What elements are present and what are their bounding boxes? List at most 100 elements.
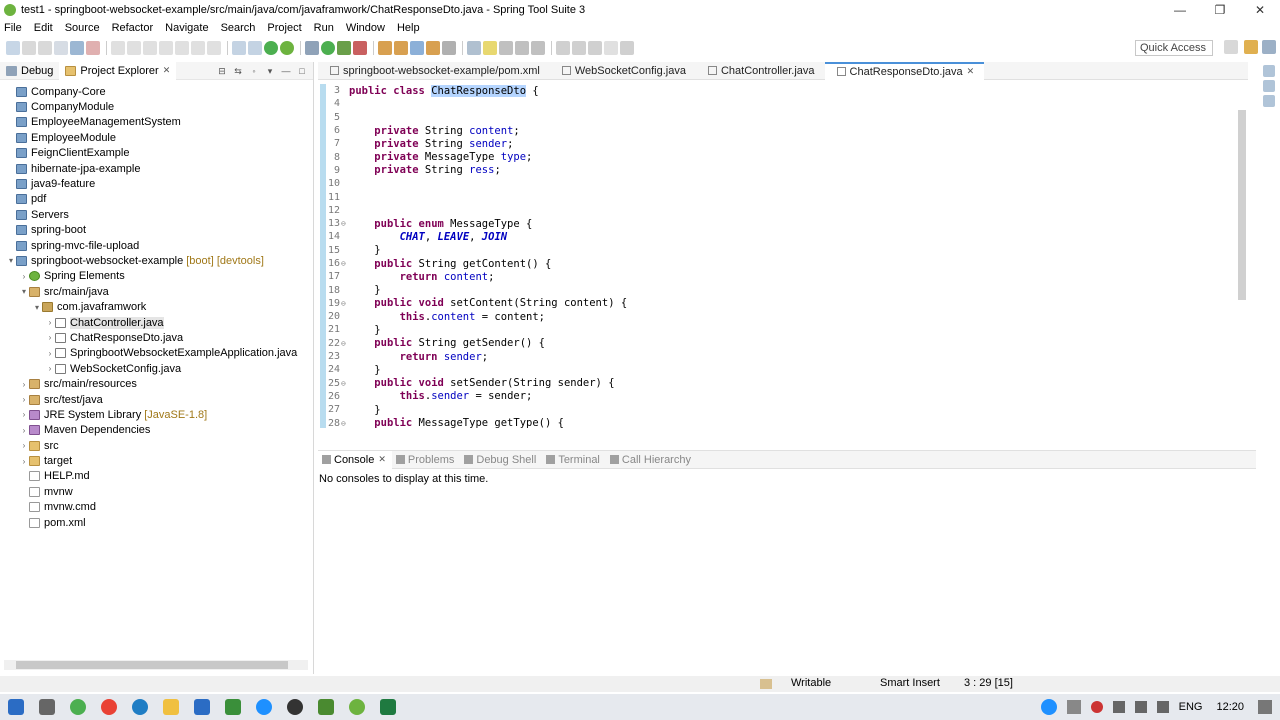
editor-tab[interactable]: springboot-websocket-example/pom.xml bbox=[318, 62, 550, 80]
open-folder-icon[interactable] bbox=[426, 41, 440, 55]
pin-editor-icon[interactable] bbox=[620, 41, 634, 55]
stop-icon[interactable] bbox=[86, 41, 100, 55]
tree-item[interactable]: › src/main/resources bbox=[0, 376, 313, 391]
task-view-icon[interactable] bbox=[38, 699, 55, 715]
scrollbar-thumb[interactable] bbox=[1238, 110, 1246, 300]
step-into-icon[interactable] bbox=[175, 41, 189, 55]
spring-tool-suite-icon[interactable] bbox=[348, 699, 365, 715]
code-line[interactable]: 16 ⊖ public String getContent() { bbox=[318, 257, 1234, 270]
code-line[interactable]: 12 bbox=[318, 204, 1234, 217]
spring-icon[interactable] bbox=[280, 41, 294, 55]
fold-toggle-icon[interactable]: ⊖ bbox=[341, 259, 349, 268]
fold-toggle-icon[interactable]: ⊖ bbox=[341, 419, 349, 428]
save-all-icon[interactable] bbox=[38, 41, 52, 55]
tree-item[interactable]: spring-boot bbox=[0, 223, 313, 238]
expand-arrow-icon[interactable]: ▾ bbox=[19, 287, 29, 296]
code-line[interactable]: 14 CHAT, LEAVE, JOIN bbox=[318, 230, 1234, 243]
open-type-icon[interactable] bbox=[232, 41, 246, 55]
tree-item[interactable]: › ChatController.java bbox=[0, 315, 313, 330]
tree-item[interactable]: spring-mvc-file-upload bbox=[0, 238, 313, 253]
scrollbar-thumb[interactable] bbox=[16, 661, 288, 669]
notifications-icon[interactable] bbox=[1258, 700, 1272, 714]
menu-edit[interactable]: Edit bbox=[34, 22, 53, 34]
fold-toggle-icon[interactable]: ⊖ bbox=[341, 339, 349, 348]
console-view-icon[interactable] bbox=[70, 41, 84, 55]
code-line[interactable]: 26 this.sender = sender; bbox=[318, 390, 1234, 403]
tree-item[interactable]: mvnw.cmd bbox=[0, 500, 313, 515]
code-line[interactable]: 6 private String content; bbox=[318, 124, 1234, 137]
windows-start-icon[interactable] bbox=[7, 699, 24, 715]
forward-icon[interactable] bbox=[604, 41, 618, 55]
insert-mode[interactable]: Smart Insert bbox=[880, 677, 940, 689]
expand-arrow-icon[interactable]: › bbox=[19, 426, 29, 435]
tree-item[interactable]: FeignClientExample bbox=[0, 146, 313, 161]
expand-arrow-icon[interactable]: ▾ bbox=[32, 303, 42, 312]
tab-debug[interactable]: Debug bbox=[0, 62, 59, 80]
tree-item[interactable]: ▾ src/main/java bbox=[0, 284, 313, 299]
focus-icon[interactable]: ◦ bbox=[249, 66, 259, 76]
code-line[interactable]: 13 ⊖ public enum MessageType { bbox=[318, 217, 1234, 230]
code-line[interactable]: 21 } bbox=[318, 323, 1234, 336]
app-icon[interactable] bbox=[286, 699, 303, 715]
console-tab[interactable]: Debug Shell bbox=[460, 451, 542, 469]
tree-item[interactable]: › src/test/java bbox=[0, 392, 313, 407]
save-icon[interactable] bbox=[22, 41, 36, 55]
external-tools-icon[interactable] bbox=[353, 41, 367, 55]
code-line[interactable]: 25 ⊖ public void setSender(String sender)… bbox=[318, 377, 1234, 390]
menu-navigate[interactable]: Navigate bbox=[165, 22, 208, 34]
code-line[interactable]: 5 bbox=[318, 111, 1234, 124]
app-icon[interactable] bbox=[255, 699, 272, 715]
code-line[interactable]: 11 bbox=[318, 190, 1234, 203]
clock[interactable]: 12:20 bbox=[1216, 701, 1244, 713]
back-icon[interactable] bbox=[588, 41, 602, 55]
menu-project[interactable]: Project bbox=[267, 22, 301, 34]
tree-item[interactable]: EmployeeManagementSystem bbox=[0, 115, 313, 130]
block-selection-icon[interactable] bbox=[499, 41, 513, 55]
new-package-icon[interactable] bbox=[394, 41, 408, 55]
code-line[interactable]: 7 private String sender; bbox=[318, 137, 1234, 150]
code-line[interactable]: 3 public class ChatResponseDto { bbox=[318, 84, 1234, 97]
app-icon[interactable] bbox=[317, 699, 334, 715]
java-perspective-icon[interactable] bbox=[1244, 40, 1258, 54]
expand-arrow-icon[interactable]: › bbox=[45, 333, 55, 342]
maximize-view-icon[interactable]: □ bbox=[297, 66, 307, 76]
tree-item[interactable]: hibernate-jpa-example bbox=[0, 161, 313, 176]
app-icon[interactable] bbox=[224, 699, 241, 715]
boot-dashboard-icon[interactable] bbox=[264, 41, 278, 55]
code-line[interactable]: 15 } bbox=[318, 244, 1234, 257]
debug-perspective-icon[interactable] bbox=[1262, 40, 1276, 54]
expand-arrow-icon[interactable]: ▾ bbox=[6, 256, 16, 265]
new-class-icon[interactable] bbox=[410, 41, 424, 55]
language-indicator[interactable]: ENG bbox=[1179, 701, 1203, 713]
task-list-icon[interactable] bbox=[1263, 80, 1275, 92]
highlight-icon[interactable] bbox=[483, 41, 497, 55]
console-tab[interactable]: Call Hierarchy bbox=[606, 451, 697, 469]
menu-file[interactable]: File bbox=[4, 22, 22, 34]
expand-arrow-icon[interactable]: › bbox=[45, 364, 55, 373]
close-icon[interactable]: ✕ bbox=[967, 66, 975, 77]
editor-tab[interactable]: ChatController.java bbox=[696, 62, 825, 80]
link-with-editor-icon[interactable]: ⇆ bbox=[233, 66, 243, 76]
minimize-view-icon[interactable]: — bbox=[281, 66, 291, 76]
next-annotation-icon[interactable] bbox=[556, 41, 570, 55]
people-icon[interactable] bbox=[1066, 700, 1081, 714]
tree-item[interactable]: › WebSocketConfig.java bbox=[0, 361, 313, 376]
debug-icon[interactable] bbox=[305, 41, 319, 55]
volume-icon[interactable] bbox=[1156, 701, 1169, 713]
app-icon[interactable] bbox=[69, 699, 86, 715]
menu-window[interactable]: Window bbox=[346, 22, 385, 34]
tree-item[interactable]: ▾ springboot-websocket-example [boot] [dev… bbox=[0, 253, 313, 268]
code-line[interactable]: 23 return sender; bbox=[318, 350, 1234, 363]
run-icon[interactable] bbox=[321, 41, 335, 55]
menu-help[interactable]: Help bbox=[397, 22, 420, 34]
expand-arrow-icon[interactable]: › bbox=[19, 380, 29, 389]
code-line[interactable]: 4 bbox=[318, 97, 1234, 110]
tree-item[interactable]: › SpringbootWebsocketExampleApplication.j… bbox=[0, 346, 313, 361]
code-editor[interactable]: 3 public class ChatResponseDto {4 5 6 priva… bbox=[318, 84, 1234, 428]
tree-item[interactable]: java9-feature bbox=[0, 176, 313, 191]
spring-explorer-icon[interactable] bbox=[1263, 95, 1275, 107]
expand-arrow-icon[interactable]: › bbox=[19, 457, 29, 466]
close-icon[interactable]: ✕ bbox=[163, 65, 171, 76]
open-task-icon[interactable] bbox=[248, 41, 262, 55]
tree-item[interactable]: ▾ com.javaframwork bbox=[0, 299, 313, 314]
